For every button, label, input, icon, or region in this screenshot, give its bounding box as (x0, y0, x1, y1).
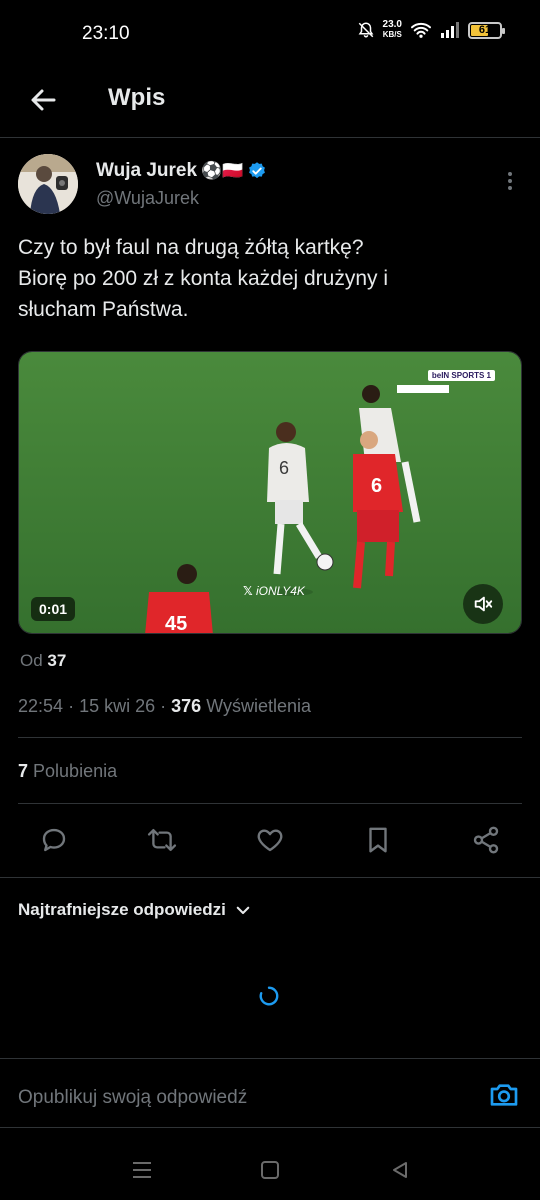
chevron-down-icon (236, 906, 250, 915)
like-button[interactable] (250, 820, 290, 860)
replies-sort-dropdown[interactable]: Najtrafniejsze odpowiedzi (18, 900, 252, 920)
video-player[interactable]: 6 6 45 beIN SPORTS 1 𝕏 iONLY4K 0:01 (18, 351, 522, 634)
battery-icon: 61 (468, 21, 505, 39)
views-count: 376 (171, 696, 202, 716)
back-button[interactable] (24, 80, 64, 120)
repost-button[interactable] (142, 820, 182, 860)
post-date: 15 kwi 26 (79, 696, 156, 716)
page-title: Wpis (108, 84, 166, 111)
from-views-row[interactable]: Od 37 (20, 651, 66, 671)
camera-button[interactable] (488, 1079, 520, 1111)
video-watermark: 𝕏 iONLY4K (243, 584, 305, 598)
svg-text:6: 6 (371, 475, 382, 497)
status-icons: 23.0 KB/S 61 (357, 19, 505, 40)
mute-toggle-button[interactable] (463, 584, 503, 624)
reply-input[interactable]: Opublikuj swoją odpowiedź (18, 1087, 247, 1109)
mute-icon (358, 22, 373, 38)
share-button[interactable] (466, 820, 506, 860)
divider (18, 737, 522, 738)
svg-text:6: 6 (279, 458, 289, 478)
views-label: Wyświetlenia (206, 696, 312, 716)
broadcaster-logo: beIN SPORTS 1 (427, 370, 495, 381)
bookmark-icon (369, 827, 387, 853)
reply-composer: Opublikuj swoją odpowiedź (0, 1058, 540, 1128)
reply-button[interactable] (34, 820, 74, 860)
status-time: 23:10 (82, 23, 130, 44)
bookmark-button[interactable] (358, 820, 398, 860)
x-logo-icon: 𝕏 (243, 584, 257, 598)
wifi-icon (411, 22, 431, 38)
repost-icon (147, 828, 177, 852)
nav-back-button[interactable] (386, 1156, 414, 1184)
like-icon (257, 829, 283, 852)
post-meta: 22:54 · 15 kwi 26 · 376 Wyświetlenia (18, 696, 312, 716)
author-name[interactable]: Wuja Jurek ⚽🇵🇱 (96, 160, 267, 182)
more-options-button[interactable] (498, 166, 522, 196)
triangle-back-icon (393, 1162, 407, 1178)
recents-button[interactable] (128, 1156, 156, 1184)
likes-label: Polubienia (33, 761, 118, 781)
avatar[interactable] (18, 154, 78, 214)
arrow-left-icon (31, 89, 56, 111)
camera-icon (490, 1084, 518, 1106)
broadcast-bar (397, 385, 449, 393)
status-bar: 23:10 23.0 KB/S 61 (0, 0, 540, 66)
video-duration: 0:01 (31, 597, 76, 621)
likes-row[interactable]: 7 Polubienia (18, 761, 117, 782)
share-icon (473, 826, 499, 854)
divider (18, 803, 522, 804)
top-app-bar: Wpis (0, 66, 540, 138)
reply-icon (42, 828, 66, 852)
network-speed: 23.0 KB/S (382, 19, 402, 40)
post-text: Czy to był faul na drugą żółtą kartkę? B… (18, 236, 389, 321)
volume-muted-icon (474, 596, 493, 612)
author-emoji: ⚽🇵🇱 (201, 161, 244, 180)
likes-count: 7 (18, 761, 29, 781)
menu-lines-icon (133, 1162, 151, 1178)
home-button[interactable] (256, 1156, 284, 1184)
post-time: 22:54 (18, 696, 64, 716)
home-square-icon (261, 1161, 279, 1179)
author-handle[interactable]: @WujaJurek (96, 188, 199, 209)
signal-icon (441, 22, 459, 38)
divider (0, 877, 540, 878)
svg-text:45: 45 (165, 613, 187, 634)
verified-badge-icon (249, 162, 266, 179)
post-author: Wuja Jurek ⚽🇵🇱 @WujaJurek (18, 154, 522, 218)
post-actions (0, 820, 540, 860)
loading-spinner-icon (259, 986, 279, 1006)
system-nav-bar (0, 1140, 540, 1200)
more-vertical-icon (508, 172, 512, 190)
